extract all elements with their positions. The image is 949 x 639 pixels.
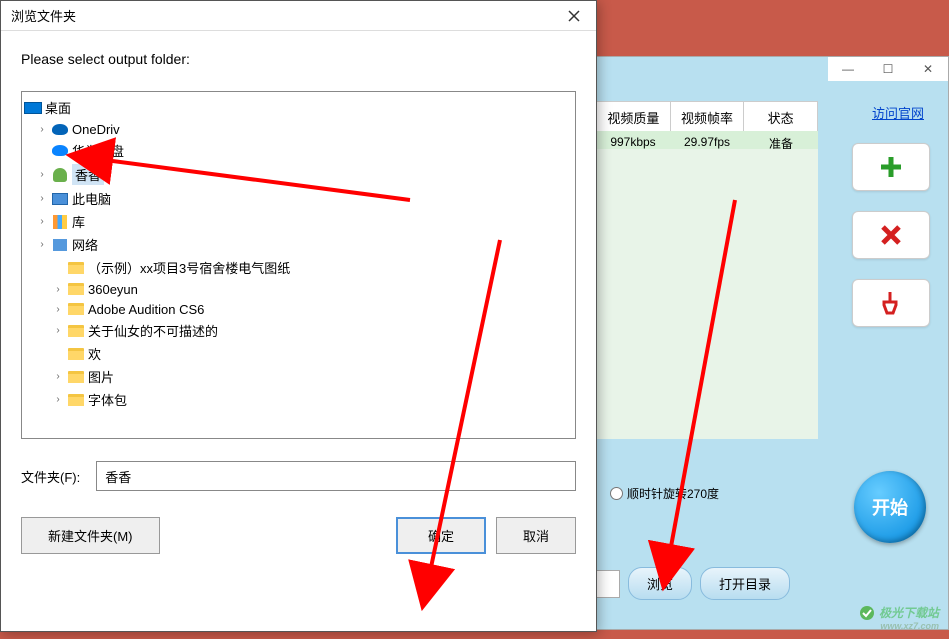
expand-chevron-icon[interactable]: › bbox=[52, 284, 64, 295]
expand-chevron-icon[interactable]: › bbox=[52, 304, 64, 315]
lib-icon bbox=[53, 215, 67, 229]
maximize-button[interactable]: ☐ bbox=[868, 57, 908, 81]
rotate-option[interactable]: 顺时针旋转270度 bbox=[610, 485, 719, 502]
dialog-title: 浏览文件夹 bbox=[11, 6, 76, 25]
browse-folder-dialog: 浏览文件夹 Please select output folder: 桌面 › O… bbox=[0, 0, 597, 632]
dialog-prompt: Please select output folder: bbox=[21, 51, 576, 67]
expand-chevron-icon[interactable]: › bbox=[36, 169, 48, 180]
cloud-icon bbox=[52, 124, 68, 135]
expand-chevron-icon[interactable]: › bbox=[36, 124, 48, 135]
close-icon bbox=[568, 10, 580, 22]
folder-icon bbox=[68, 394, 84, 406]
folder-icon bbox=[68, 325, 84, 337]
tree-label: （示例）xx项目3号宿舍楼电气图纸 bbox=[88, 258, 290, 277]
table-header: 视频质量 视频帧率 状态 bbox=[596, 101, 818, 134]
cloud2-icon bbox=[52, 145, 68, 156]
tree-item[interactable]: › OneDriv bbox=[24, 119, 573, 139]
expand-chevron-icon[interactable]: › bbox=[36, 239, 48, 250]
folder-icon bbox=[68, 348, 84, 360]
tree-item[interactable]: › 360eyun bbox=[24, 279, 573, 299]
tree-label: 360eyun bbox=[88, 282, 138, 297]
broom-icon bbox=[877, 289, 905, 317]
plus-icon bbox=[877, 153, 905, 181]
tree-label: 字体包 bbox=[88, 390, 127, 409]
tree-item[interactable]: ›库 bbox=[24, 210, 573, 233]
rotate-label: 顺时针旋转270度 bbox=[627, 485, 719, 502]
expand-chevron-icon[interactable]: › bbox=[36, 193, 48, 204]
tree-label: 库 bbox=[72, 212, 85, 231]
tree-item[interactable]: › 网络 bbox=[24, 233, 573, 256]
folder-icon bbox=[68, 262, 84, 274]
tree-label: 此电脑 bbox=[72, 189, 111, 208]
pc-icon bbox=[52, 193, 68, 205]
tree-label: 图片 bbox=[88, 367, 114, 386]
tree-item[interactable]: › Adobe Audition CS6 bbox=[24, 299, 573, 319]
clear-button[interactable] bbox=[852, 279, 930, 327]
tree-label: 桌面 bbox=[45, 98, 71, 117]
open-dir-button[interactable]: 打开目录 bbox=[700, 567, 790, 600]
tree-item[interactable]: › 关于仙女的不可描述的 bbox=[24, 319, 573, 342]
background-app-window: — ☐ ✕ 访问官网 视频质量 视频帧率 状态 997kbps 29.97fps… bbox=[595, 56, 949, 630]
user-icon bbox=[53, 168, 67, 182]
tree-item[interactable]: › 香香 bbox=[24, 162, 573, 187]
start-button[interactable]: 开始 bbox=[854, 471, 926, 543]
watermark: 极光下载站 www.xz7.com bbox=[859, 604, 939, 631]
visit-website-link[interactable]: 访问官网 bbox=[872, 103, 924, 122]
add-button[interactable] bbox=[852, 143, 930, 191]
col-status: 状态 bbox=[744, 102, 817, 133]
col-quality: 视频质量 bbox=[597, 102, 671, 133]
tree-label: 香香 bbox=[72, 164, 104, 185]
desktop-icon bbox=[24, 102, 42, 114]
tree-label: 华为云盘 bbox=[72, 141, 124, 160]
list-area bbox=[596, 149, 818, 439]
tree-item[interactable]: 欢 bbox=[24, 342, 573, 365]
tree-label: 关于仙女的不可描述的 bbox=[88, 321, 218, 340]
browse-button[interactable]: 浏览 bbox=[628, 567, 692, 600]
cancel-button[interactable]: 取消 bbox=[496, 517, 576, 554]
output-path-box[interactable] bbox=[596, 570, 620, 598]
ok-button[interactable]: 确定 bbox=[396, 517, 486, 554]
col-fps: 视频帧率 bbox=[671, 102, 745, 133]
tree-item[interactable]: › 字体包 bbox=[24, 388, 573, 411]
tree-item[interactable]: › 此电脑 bbox=[24, 187, 573, 210]
expand-chevron-icon[interactable]: › bbox=[52, 325, 64, 336]
output-controls: 浏览 打开目录 bbox=[596, 567, 790, 600]
expand-chevron-icon[interactable]: › bbox=[36, 216, 48, 227]
folder-label: 文件夹(F): bbox=[21, 467, 80, 486]
net-icon bbox=[53, 239, 67, 251]
tree-label: 欢 bbox=[88, 344, 101, 363]
tree-item[interactable]: 华为云盘 bbox=[24, 139, 573, 162]
watermark-icon bbox=[859, 605, 875, 621]
tree-root-desktop[interactable]: 桌面 bbox=[24, 96, 573, 119]
expand-chevron-icon[interactable]: › bbox=[52, 371, 64, 382]
rotate-radio[interactable] bbox=[610, 487, 623, 500]
tree-label: 网络 bbox=[72, 235, 98, 254]
close-button[interactable]: ✕ bbox=[908, 57, 948, 81]
dialog-close-button[interactable] bbox=[554, 2, 594, 30]
tree-label: OneDriv bbox=[72, 122, 120, 137]
folder-icon bbox=[68, 303, 84, 315]
dialog-buttons: 新建文件夹(M) 确定 取消 bbox=[21, 517, 576, 554]
delete-button[interactable] bbox=[852, 211, 930, 259]
expand-chevron-icon[interactable]: › bbox=[52, 394, 64, 405]
folder-icon bbox=[68, 283, 84, 295]
tree-item[interactable]: › 图片 bbox=[24, 365, 573, 388]
x-icon bbox=[878, 222, 904, 248]
tree-label: Adobe Audition CS6 bbox=[88, 302, 204, 317]
folder-tree[interactable]: 桌面 ›OneDriv华为云盘›香香›此电脑›库›网络（示例）xx项目3号宿舍楼… bbox=[21, 91, 576, 439]
new-folder-button[interactable]: 新建文件夹(M) bbox=[21, 517, 160, 554]
folder-name-row: 文件夹(F): bbox=[21, 461, 576, 491]
folder-icon bbox=[68, 371, 84, 383]
dialog-titlebar: 浏览文件夹 bbox=[1, 1, 596, 31]
window-controls: — ☐ ✕ bbox=[828, 57, 948, 81]
minimize-button[interactable]: — bbox=[828, 57, 868, 81]
tree-item[interactable]: （示例）xx项目3号宿舍楼电气图纸 bbox=[24, 256, 573, 279]
folder-name-input[interactable] bbox=[96, 461, 576, 491]
